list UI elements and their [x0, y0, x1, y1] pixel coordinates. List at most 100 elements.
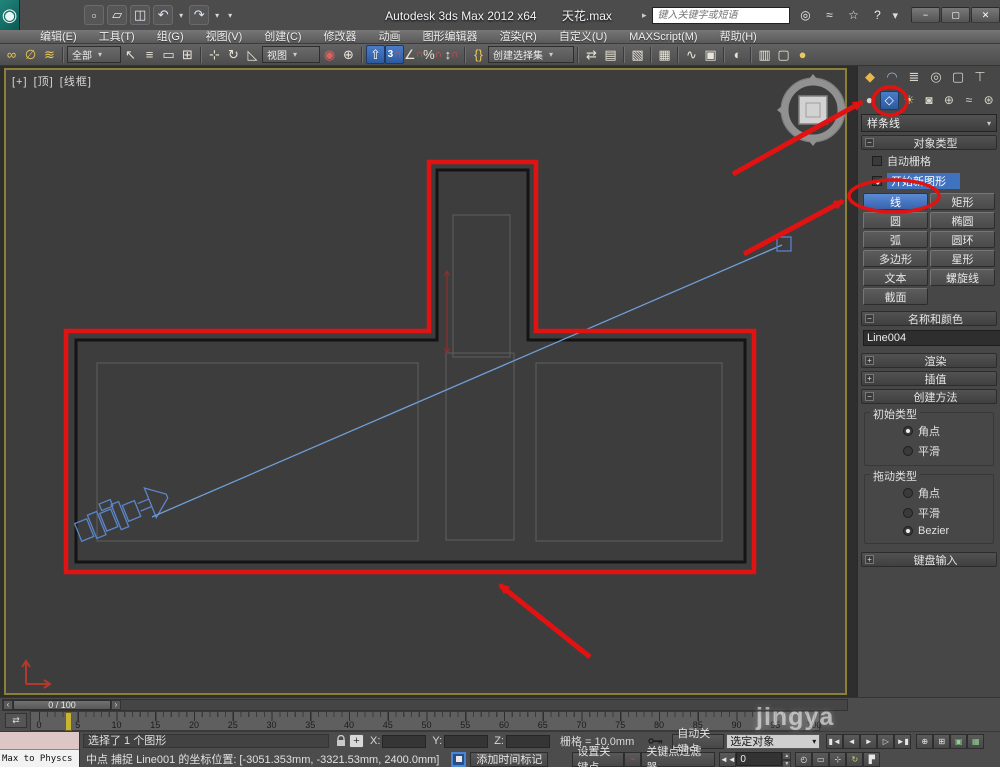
viewport-shading-menu[interactable]: [线框] [60, 76, 92, 88]
rollout-rendering[interactable]: + 渲染 [861, 353, 997, 368]
named-selection-dropdown[interactable]: 创建选择集 ▾ [488, 46, 574, 63]
select-scale-icon[interactable]: ◺ [243, 45, 262, 64]
select-move-icon[interactable]: ⊹ [205, 45, 224, 64]
menu-maxscript[interactable]: MAXScript(M) [619, 30, 707, 44]
button-text[interactable]: 文本 [863, 269, 928, 286]
named-selection-sets-icon[interactable]: {} [469, 45, 488, 64]
angle-snap-icon[interactable]: ∠ ∩ [404, 45, 423, 64]
menu-modifiers[interactable]: 修改器 [314, 30, 367, 44]
infocenter-caret-icon[interactable]: ▸ [642, 10, 647, 21]
window-crossing-icon[interactable]: ⊞ [178, 45, 197, 64]
current-frame-field[interactable]: 0 [736, 752, 783, 766]
set-key-button[interactable]: 设置关键点 [572, 746, 625, 767]
rectangular-region-icon[interactable]: ▭ [159, 45, 178, 64]
select-object-icon[interactable]: ↖ [121, 45, 140, 64]
qat-overflow-icon[interactable]: ▾ [225, 11, 235, 20]
select-manipulate-icon[interactable]: ⊕ [339, 45, 358, 64]
go-to-end-icon[interactable]: ►▮ [894, 733, 912, 749]
open-file-icon[interactable]: ▱ [107, 5, 128, 25]
bind-spacewarp-icon[interactable]: ≋ [40, 45, 59, 64]
search-icon[interactable]: ◎ [796, 6, 814, 24]
time-slider-track[interactable]: ‹ 0 / 100 › [2, 698, 848, 711]
subscription-icon[interactable]: ≈ [820, 6, 838, 24]
button-line[interactable]: 线 [863, 193, 928, 210]
frame-spinner[interactable]: ▲ ▼ [782, 752, 792, 767]
selection-lock-icon[interactable] [333, 734, 349, 748]
tab-display-icon[interactable]: ▢ [948, 68, 968, 87]
button-section[interactable]: 截面 [863, 288, 928, 305]
menu-help[interactable]: 帮助(H) [710, 30, 767, 44]
time-config-icon[interactable]: ◴ [795, 751, 813, 767]
object-name-input[interactable] [863, 330, 1000, 346]
radio-smooth[interactable] [903, 446, 913, 456]
category-systems-icon[interactable]: ⊛ [979, 91, 998, 110]
button-ellipse[interactable]: 椭圆 [930, 212, 995, 229]
button-rectangle[interactable]: 矩形 [930, 193, 995, 210]
play-selected-icon[interactable]: ▷ [877, 733, 895, 749]
menu-tools[interactable]: 工具(T) [89, 30, 145, 44]
start-new-shape-checkbox[interactable] [872, 176, 882, 186]
fov-region-icon[interactable]: ▭ [812, 751, 830, 767]
schematic-view-icon[interactable]: ▣ [701, 45, 720, 64]
shape-category-dropdown[interactable]: 样条线 ▾ [861, 114, 997, 132]
menu-group[interactable]: 组(G) [147, 30, 194, 44]
key-filters-button[interactable]: 关键点过滤器... [641, 746, 716, 767]
tab-utilities-icon[interactable]: ⊤ [970, 68, 990, 87]
rendered-frame-icon[interactable]: ▢ [774, 45, 793, 64]
keyboard-override-icon[interactable]: ⇧ [366, 45, 385, 64]
reference-coord-dropdown[interactable]: 视图 ▾ [262, 46, 320, 63]
radio-corner[interactable] [903, 426, 913, 436]
next-frame-arrow-icon[interactable]: › [111, 699, 121, 710]
new-key-curve-icon[interactable]: ~ [624, 751, 642, 767]
zoom-icon[interactable]: ⊕ [916, 733, 934, 749]
listener-script-row[interactable]: Max to Physcs ( [0, 750, 79, 767]
z-coord-field[interactable] [505, 734, 550, 748]
graphite-ribbon-icon[interactable]: ▦ [655, 45, 674, 64]
zoom-all-icon[interactable]: ⊞ [933, 733, 951, 749]
tab-hierarchy-icon[interactable]: ≣ [904, 68, 924, 87]
key-filter-dropdown[interactable]: 选定对象 ▾ [726, 733, 821, 749]
select-link-icon[interactable]: ∞ [2, 45, 21, 64]
category-spacewarps-icon[interactable]: ≈ [959, 91, 978, 110]
undo-dropdown-icon[interactable]: ▾ [176, 11, 186, 20]
button-circle[interactable]: 圆 [863, 212, 928, 229]
curve-editor-icon[interactable]: ∿ [682, 45, 701, 64]
close-button[interactable]: ✕ [971, 7, 1000, 23]
pan-view-icon[interactable]: ⊹ [829, 751, 847, 767]
autogrid-checkbox[interactable] [872, 156, 882, 166]
y-coord-field[interactable] [444, 734, 489, 748]
menu-customize[interactable]: 自定义(U) [549, 30, 617, 44]
app-logo[interactable]: ◉ [0, 0, 21, 30]
play-animation-icon[interactable]: ► [860, 733, 878, 749]
radio-drag-bezier[interactable] [903, 526, 913, 536]
render-production-icon[interactable]: ● [793, 45, 812, 64]
isolate-selection-icon[interactable] [451, 751, 467, 767]
button-arc[interactable]: 弧 [863, 231, 928, 248]
minimize-button[interactable]: − [911, 7, 940, 23]
current-frame-marker[interactable] [65, 712, 72, 731]
unlink-icon[interactable]: ∅ [21, 45, 40, 64]
absolute-mode-icon[interactable]: + [349, 734, 364, 748]
menu-views[interactable]: 视图(V) [196, 30, 253, 44]
x-coord-field[interactable] [382, 734, 427, 748]
search-input[interactable] [652, 6, 791, 24]
key-mode-toggle-icon[interactable]: ◄◄ [719, 751, 737, 767]
mirror-icon[interactable]: ⇄ [582, 45, 601, 64]
tab-motion-icon[interactable]: ◎ [926, 68, 946, 87]
time-slider-handle[interactable]: 0 / 100 [13, 699, 111, 710]
add-time-tag[interactable]: 添加时间标记 [470, 751, 549, 767]
menu-edit[interactable]: 编辑(E) [30, 30, 87, 44]
menu-graph-editors[interactable]: 图形编辑器 [413, 30, 488, 44]
category-lights-icon[interactable]: ☀ [900, 91, 919, 110]
button-helix[interactable]: 螺旋线 [930, 269, 995, 286]
menu-animation[interactable]: 动画 [369, 30, 411, 44]
listener-macro-row[interactable] [0, 732, 79, 750]
render-setup-icon[interactable]: ▥ [755, 45, 774, 64]
radio-drag-smooth[interactable] [903, 508, 913, 518]
viewport-top[interactable]: [+] [顶] [线框] [4, 68, 847, 695]
help-icon[interactable]: ? [868, 6, 886, 24]
maximize-button[interactable]: ▢ [941, 7, 970, 23]
rollout-object-type[interactable]: − 对象类型 [861, 135, 997, 150]
button-donut[interactable]: 圆环 [930, 231, 995, 248]
mini-curve-editor-icon[interactable]: ⇄ [5, 713, 27, 728]
